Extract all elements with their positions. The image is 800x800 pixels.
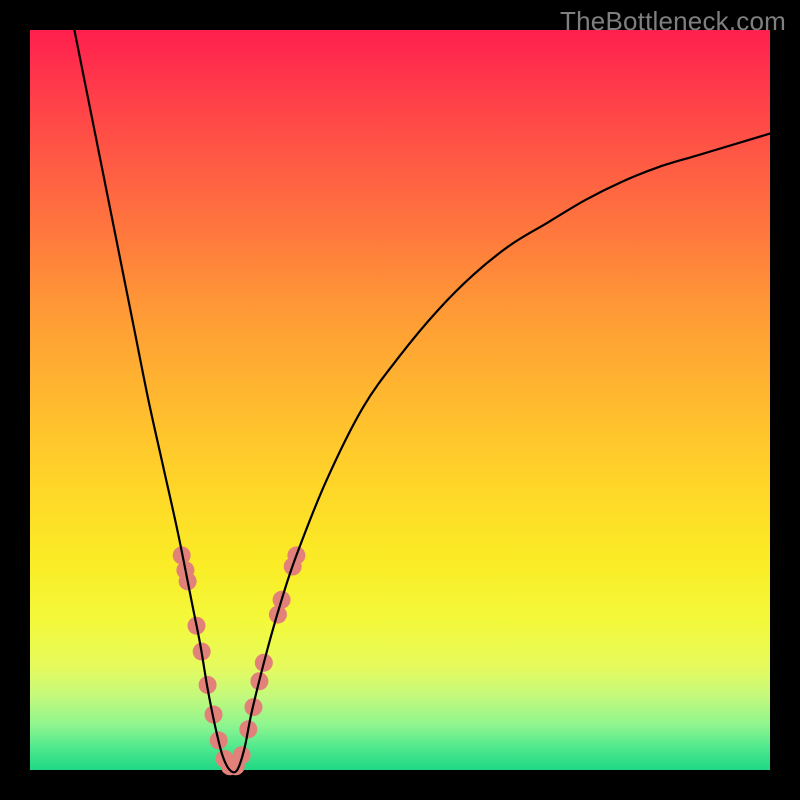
chart-frame: TheBottleneck.com [0,0,800,800]
watermark-text: TheBottleneck.com [560,6,786,37]
bottleneck-curve [74,30,770,772]
plot-area [30,30,770,770]
chart-svg [30,30,770,770]
markers-layer [173,546,306,775]
